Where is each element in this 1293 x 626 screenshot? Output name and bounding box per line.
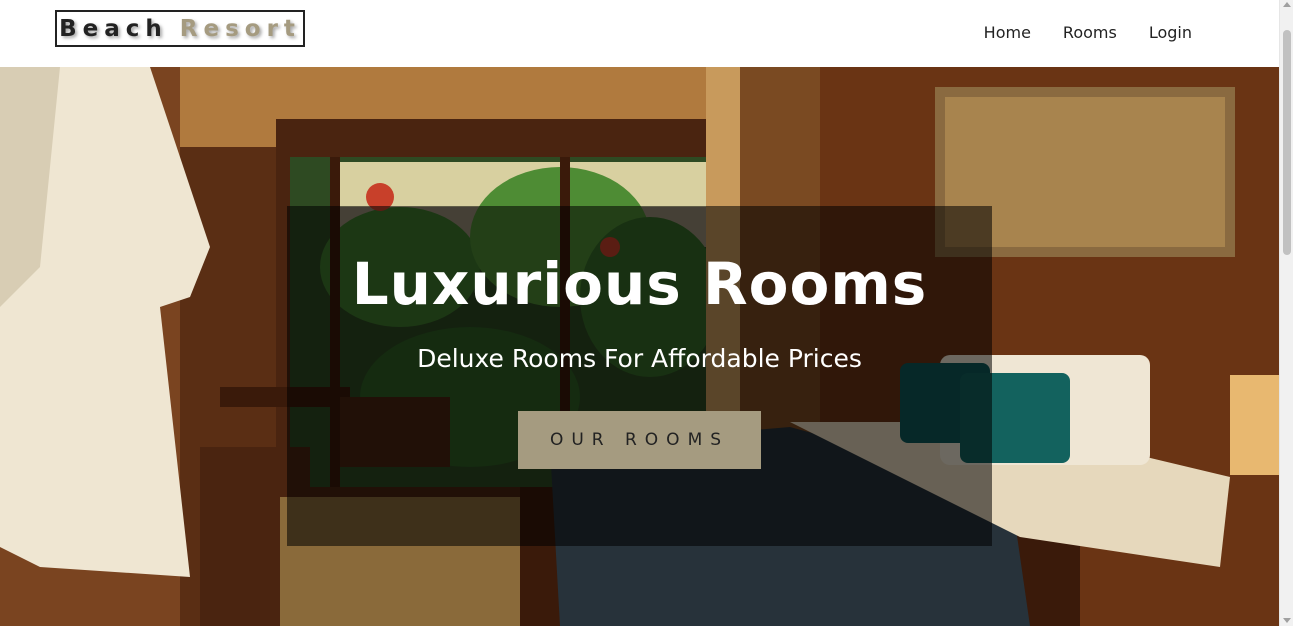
nav-link-login[interactable]: Login	[1149, 23, 1192, 42]
scrollbar-thumb[interactable]	[1283, 30, 1291, 255]
page-scrollbar[interactable]	[1279, 0, 1293, 626]
scroll-down-arrow-icon[interactable]	[1283, 618, 1291, 623]
site-logo[interactable]: Beach Resort	[55, 10, 305, 47]
nav-link-rooms[interactable]: Rooms	[1063, 23, 1117, 42]
hero-subtitle: Deluxe Rooms For Affordable Prices	[417, 344, 862, 373]
hero-banner: Luxurious Rooms Deluxe Rooms For Afforda…	[287, 206, 992, 546]
navbar: Beach Resort Home Rooms Login	[0, 0, 1279, 67]
logo-word-resort: Resort	[179, 15, 301, 42]
our-rooms-button[interactable]: our rooms	[518, 411, 761, 469]
logo-word-beach: Beach	[59, 15, 168, 42]
hero-title: Luxurious Rooms	[351, 250, 928, 318]
nav-links: Home Rooms Login	[984, 23, 1192, 42]
hero-section: Luxurious Rooms Deluxe Rooms For Afforda…	[0, 67, 1279, 626]
nav-link-home[interactable]: Home	[984, 23, 1031, 42]
scroll-up-arrow-icon[interactable]	[1283, 2, 1291, 7]
